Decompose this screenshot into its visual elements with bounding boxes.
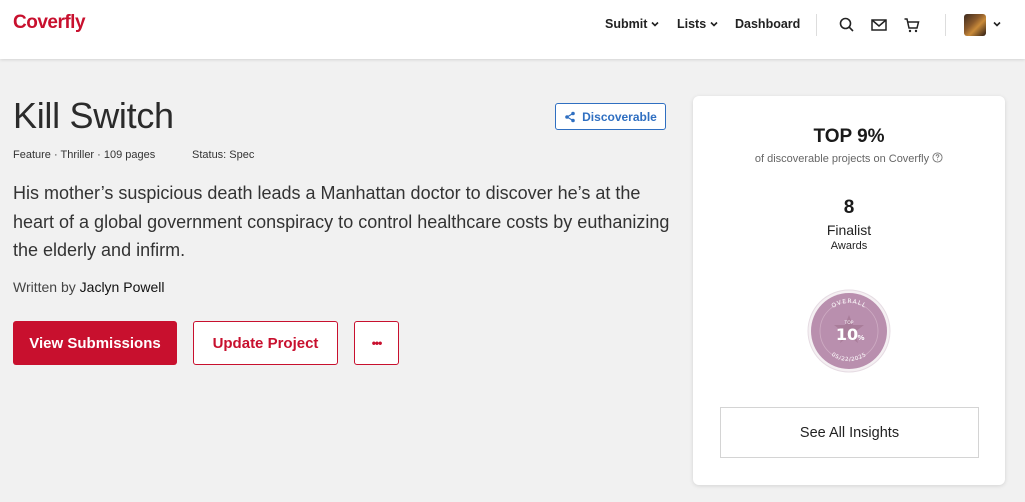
search-icon[interactable] [838, 16, 856, 34]
nav-dashboard[interactable]: Dashboard [735, 17, 800, 31]
project-status: Status: Spec [192, 149, 255, 161]
project-meta: Feature · Thriller · 109 pages [13, 149, 156, 161]
nav-submit-label: Submit [605, 17, 648, 31]
chevron-down-icon [710, 21, 718, 27]
update-project-button[interactable]: Update Project [193, 321, 338, 365]
badge-value: 10 [836, 325, 858, 344]
awards-type: Finalist [826, 222, 872, 238]
top-percentile-caption: of discoverable projects on Coverfly [693, 152, 1005, 165]
nav-submit[interactable]: Submit [605, 17, 660, 31]
avatar[interactable] [964, 14, 986, 36]
chevron-down-icon[interactable] [992, 19, 1002, 29]
nav-divider [816, 14, 817, 36]
top-percentile-caption-text: of discoverable projects on Coverfly [754, 153, 930, 165]
awards-count: 8 [843, 197, 855, 218]
nav-lists-label: Lists [677, 17, 707, 31]
chevron-down-icon [651, 21, 659, 27]
writer-name[interactable]: Jaclyn Powell [80, 279, 165, 295]
top-nav-bar: Coverfly Submit Lists Dashboard [0, 0, 1025, 59]
coverfly-logo[interactable]: Coverfly [13, 12, 86, 34]
written-by: Written by Jaclyn Powell [13, 279, 164, 295]
project-logline: His mother’s suspicious death leads a Ma… [13, 183, 670, 260]
overall-rank-badge[interactable]: OVERALL TOP 10 % 05/22/2025 [807, 289, 891, 373]
nav-divider [945, 14, 946, 36]
insights-card: TOP 9% of discoverable projects on Cover… [693, 96, 1005, 485]
nav-dashboard-label: Dashboard [735, 17, 801, 31]
top-percentile: TOP 9% [813, 126, 885, 147]
cart-icon[interactable] [903, 16, 921, 34]
share-icon [565, 111, 575, 122]
written-by-label: Written by [13, 279, 76, 295]
discoverable-button[interactable]: Discoverable [555, 103, 666, 130]
see-all-insights-button[interactable]: See All Insights [720, 407, 979, 458]
awards-label: Awards [830, 240, 868, 252]
view-submissions-button[interactable]: View Submissions [13, 321, 177, 365]
discoverable-label: Discoverable [582, 109, 657, 124]
badge-unit: % [857, 334, 864, 342]
mail-icon[interactable] [870, 16, 888, 34]
help-icon[interactable] [932, 152, 943, 163]
nav-lists[interactable]: Lists [677, 17, 719, 31]
project-title: Kill Switch [13, 95, 174, 136]
more-options-button[interactable]: ••• [354, 321, 399, 365]
